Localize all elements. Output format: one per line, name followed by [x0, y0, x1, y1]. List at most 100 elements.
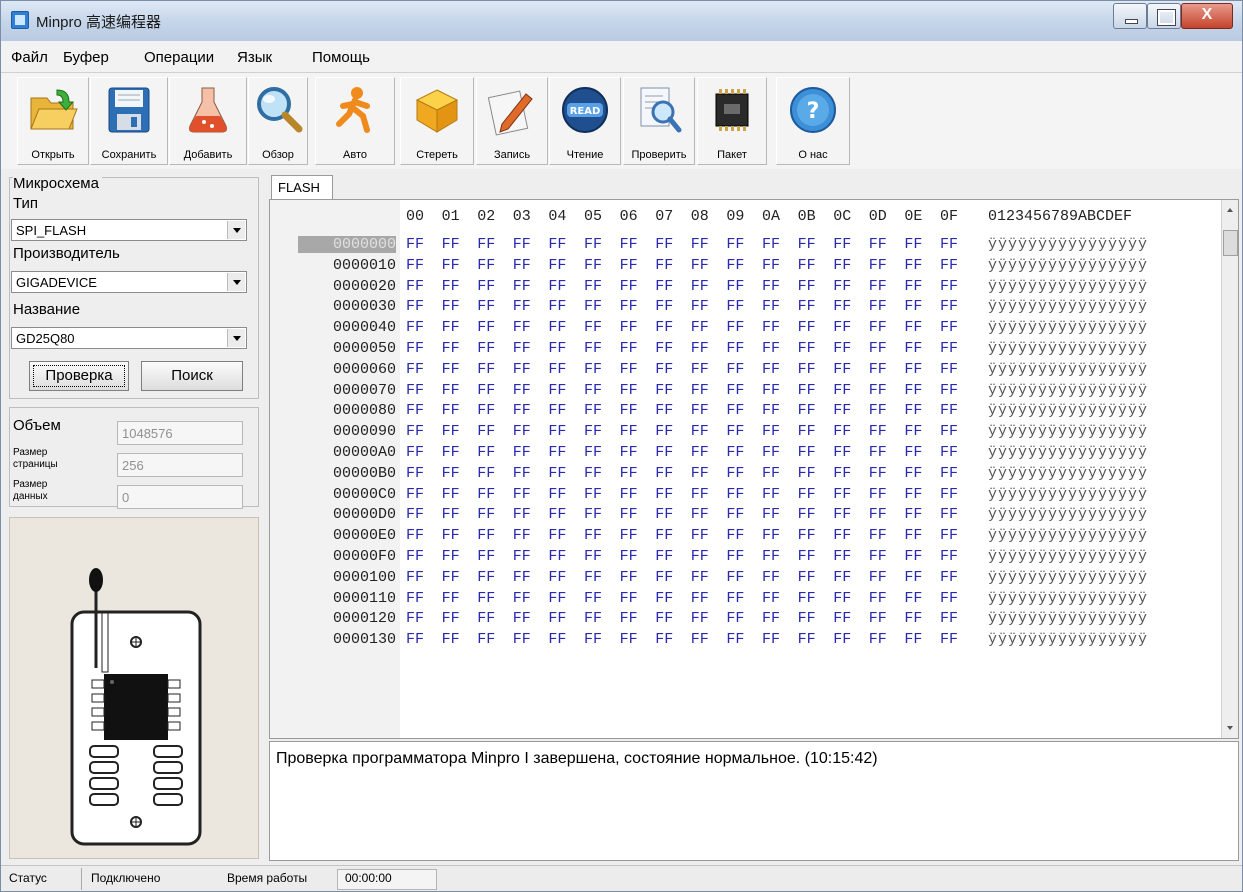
hex-byte[interactable]: FF [869, 382, 887, 399]
hex-byte[interactable]: FF [620, 257, 638, 274]
menu-language[interactable]: Язык [237, 49, 272, 66]
hex-byte[interactable]: FF [833, 610, 851, 627]
hex-byte[interactable]: FF [904, 298, 922, 315]
hex-byte[interactable]: FF [584, 610, 602, 627]
menu-operations[interactable]: Операции [144, 49, 214, 66]
hex-byte[interactable]: FF [513, 527, 531, 544]
hex-byte[interactable]: FF [655, 590, 673, 607]
hex-byte[interactable]: FF [442, 236, 460, 253]
hex-byte[interactable]: FF [548, 631, 566, 648]
minimize-button[interactable] [1113, 3, 1147, 29]
hex-byte[interactable]: FF [726, 590, 744, 607]
hex-byte[interactable]: FF [548, 610, 566, 627]
hex-byte[interactable]: FF [726, 465, 744, 482]
hex-byte[interactable]: FF [406, 257, 424, 274]
hex-byte[interactable]: FF [406, 319, 424, 336]
hex-byte[interactable]: FF [904, 340, 922, 357]
hex-byte[interactable]: FF [655, 319, 673, 336]
hex-byte[interactable]: FF [584, 548, 602, 565]
hex-byte[interactable]: FF [584, 257, 602, 274]
hex-byte[interactable]: FF [620, 319, 638, 336]
hex-byte[interactable]: FF [798, 610, 816, 627]
hex-byte[interactable]: FF [798, 465, 816, 482]
hex-byte[interactable]: FF [869, 361, 887, 378]
hex-byte[interactable]: FF [406, 569, 424, 586]
maximize-button[interactable] [1147, 3, 1181, 29]
hex-byte[interactable]: FF [584, 527, 602, 544]
hex-byte[interactable]: FF [726, 298, 744, 315]
hex-byte[interactable]: FF [442, 402, 460, 419]
hex-byte[interactable]: FF [798, 319, 816, 336]
save-button[interactable]: Сохранить [90, 77, 168, 165]
hex-byte[interactable]: FF [904, 631, 922, 648]
hex-byte[interactable]: FF [548, 402, 566, 419]
hex-byte[interactable]: FF [833, 278, 851, 295]
hex-byte[interactable]: FF [798, 444, 816, 461]
hex-byte[interactable]: FF [406, 236, 424, 253]
hex-byte[interactable]: FF [726, 631, 744, 648]
row-address[interactable]: 0000100 [306, 569, 396, 586]
hex-byte[interactable]: FF [869, 631, 887, 648]
hex-byte[interactable]: FF [762, 298, 780, 315]
hex-byte[interactable]: FF [548, 382, 566, 399]
row-address[interactable]: 0000060 [306, 361, 396, 378]
ascii-row[interactable]: ÿÿÿÿÿÿÿÿÿÿÿÿÿÿÿÿ [988, 444, 1148, 461]
hex-byte[interactable]: FF [477, 590, 495, 607]
hex-byte[interactable]: FF [726, 548, 744, 565]
hex-byte[interactable]: FF [833, 465, 851, 482]
hex-byte[interactable]: FF [513, 402, 531, 419]
ascii-row[interactable]: ÿÿÿÿÿÿÿÿÿÿÿÿÿÿÿÿ [988, 402, 1148, 419]
hex-byte[interactable]: FF [477, 278, 495, 295]
hex-byte[interactable]: FF [940, 465, 958, 482]
hex-byte[interactable]: FF [869, 610, 887, 627]
vendor-select[interactable]: GIGADEVICE [11, 271, 247, 293]
hex-byte[interactable]: FF [691, 278, 709, 295]
hex-byte[interactable]: FF [833, 236, 851, 253]
hex-byte[interactable]: FF [869, 444, 887, 461]
menu-buffer[interactable]: Буфер [63, 49, 109, 66]
hex-byte[interactable]: FF [691, 569, 709, 586]
write-button[interactable]: Запись [476, 77, 548, 165]
hex-byte[interactable]: FF [442, 590, 460, 607]
hex-byte[interactable]: FF [904, 590, 922, 607]
hex-byte[interactable]: FF [762, 444, 780, 461]
hex-byte[interactable]: FF [691, 236, 709, 253]
hex-byte[interactable]: FF [620, 465, 638, 482]
hex-byte[interactable]: FF [620, 423, 638, 440]
page-size-field[interactable]: 256 [117, 453, 243, 477]
close-button[interactable]: X [1181, 3, 1233, 29]
hex-byte[interactable]: FF [869, 527, 887, 544]
hex-byte[interactable]: FF [442, 278, 460, 295]
hex-byte[interactable]: FF [548, 257, 566, 274]
hex-byte[interactable]: FF [798, 402, 816, 419]
name-select[interactable]: GD25Q80 [11, 327, 247, 349]
hex-byte[interactable]: FF [442, 610, 460, 627]
hex-byte[interactable]: FF [406, 465, 424, 482]
hex-byte[interactable]: FF [655, 631, 673, 648]
ascii-row[interactable]: ÿÿÿÿÿÿÿÿÿÿÿÿÿÿÿÿ [988, 298, 1148, 315]
hex-byte[interactable]: FF [904, 278, 922, 295]
hex-byte[interactable]: FF [584, 590, 602, 607]
hex-byte[interactable]: FF [477, 257, 495, 274]
hex-byte[interactable]: FF [904, 236, 922, 253]
hex-byte[interactable]: FF [762, 610, 780, 627]
hex-byte[interactable]: FF [513, 257, 531, 274]
hex-byte[interactable]: FF [406, 548, 424, 565]
hex-byte[interactable]: FF [904, 610, 922, 627]
hex-byte[interactable]: FF [548, 298, 566, 315]
hex-byte[interactable]: FF [406, 361, 424, 378]
hex-byte[interactable]: FF [798, 340, 816, 357]
ascii-row[interactable]: ÿÿÿÿÿÿÿÿÿÿÿÿÿÿÿÿ [988, 465, 1148, 482]
hex-byte[interactable]: FF [762, 569, 780, 586]
hex-byte[interactable]: FF [726, 278, 744, 295]
hex-byte[interactable]: FF [904, 506, 922, 523]
ascii-row[interactable]: ÿÿÿÿÿÿÿÿÿÿÿÿÿÿÿÿ [988, 569, 1148, 586]
hex-byte[interactable]: FF [406, 590, 424, 607]
search-button[interactable]: Поиск [141, 361, 243, 391]
hex-byte[interactable]: FF [620, 486, 638, 503]
hex-byte[interactable]: FF [869, 423, 887, 440]
row-address[interactable]: 00000C0 [306, 486, 396, 503]
hex-byte[interactable]: FF [762, 590, 780, 607]
hex-byte[interactable]: FF [655, 527, 673, 544]
hex-byte[interactable]: FF [548, 548, 566, 565]
